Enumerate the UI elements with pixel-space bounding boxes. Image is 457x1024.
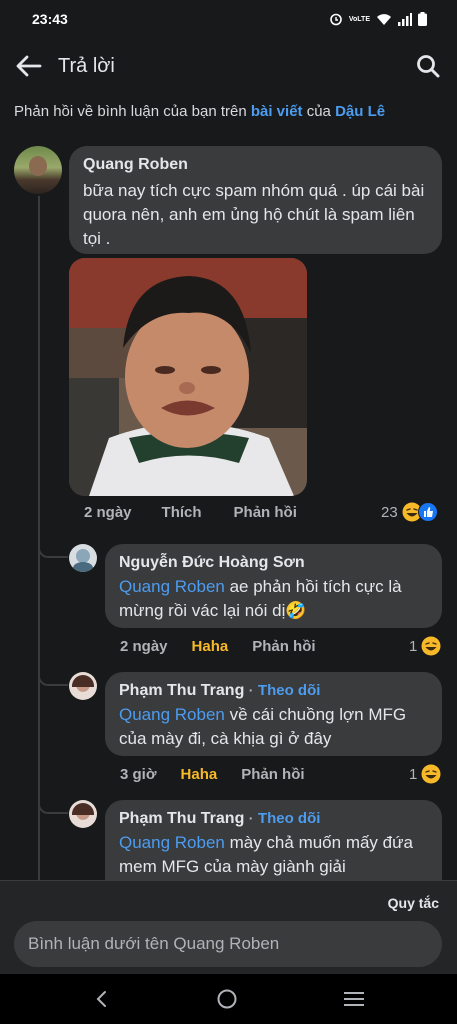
mention-link[interactable]: Quang Roben [119, 577, 225, 596]
status-time: 23:43 [32, 11, 68, 27]
page-title: Trả lời [58, 54, 115, 77]
reply-text: Quang Roben mày chả muốn mấy đứa mem MFG… [119, 831, 428, 879]
thread-branch [38, 536, 68, 558]
comment-bubble[interactable]: Quang Roben bữa nay tích cực spam nhóm q… [69, 146, 442, 254]
reply-button[interactable]: Phản hồi [241, 766, 304, 783]
alarm-icon [330, 13, 342, 26]
like-button[interactable]: Thích [162, 504, 202, 521]
context-middle: của [302, 103, 336, 120]
reply-button[interactable]: Phản hồi [252, 638, 315, 655]
thread-branch [38, 792, 68, 814]
arrow-left-icon [16, 55, 42, 77]
reaction-summary[interactable]: 23 [381, 502, 438, 522]
comment-author[interactable]: Quang Roben [83, 154, 428, 175]
comment-author[interactable]: Phạm Thu Trang [119, 810, 244, 827]
comment-input[interactable] [14, 921, 442, 967]
haha-reaction-button[interactable]: Haha [192, 638, 229, 655]
reply-bubble[interactable]: Phạm Thu Trang · Theo dõi Quang Roben mà… [105, 800, 442, 880]
reaction-count: 1 [409, 637, 418, 655]
comment-author-row: Phạm Thu Trang · Theo dõi [119, 682, 321, 699]
comment-actions: 2 ngày Haha Phản hồi [120, 638, 346, 655]
reply-button[interactable]: Phản hồi [234, 504, 297, 521]
comment-actions: 3 giờ Haha Phản hồi [120, 766, 335, 783]
reaction-summary[interactable]: 1 [409, 636, 441, 656]
comment-author-row: Phạm Thu Trang · Theo dõi [119, 810, 321, 827]
back-button[interactable] [14, 51, 44, 81]
follow-button[interactable]: Theo dõi [258, 682, 321, 699]
haha-icon [421, 764, 441, 784]
reply-bubble[interactable]: Nguyễn Đức Hoàng Sơn Quang Roben ae phản… [105, 544, 442, 628]
crying-boy-photo [69, 258, 307, 496]
comment-text: bữa nay tích cực spam nhóm quá . úp cái … [83, 181, 425, 248]
battery-icon [418, 12, 427, 26]
like-icon [417, 502, 438, 522]
comment-author[interactable]: Nguyễn Đức Hoàng Sơn [119, 552, 428, 573]
mention-link[interactable]: Quang Roben [119, 833, 225, 852]
context-prefix: Phản hồi về bình luận của bạn trên [14, 103, 251, 120]
mention-link[interactable]: Quang Roben [119, 705, 225, 724]
rules-link[interactable]: Quy tắc [388, 895, 439, 911]
reaction-summary[interactable]: 1 [409, 764, 441, 784]
nav-back-icon[interactable] [92, 989, 112, 1009]
comment-time: 2 ngày [120, 638, 168, 655]
avatar[interactable] [69, 672, 97, 700]
post-link[interactable]: bài viết [251, 103, 303, 120]
reply-text: Quang Roben ae phản hồi tích cực là mừng… [119, 575, 428, 623]
comment-time: 3 giờ [120, 766, 157, 783]
comment-author[interactable]: Phạm Thu Trang [119, 682, 244, 699]
status-bar: 23:43 VoLTE [0, 0, 457, 38]
nav-recents-icon[interactable] [343, 989, 365, 1009]
comment-actions: 2 ngày Thích Phản hồi [84, 504, 327, 521]
reply-bubble[interactable]: Phạm Thu Trang · Theo dõi Quang Roben về… [105, 672, 442, 756]
reaction-count: 1 [409, 765, 418, 783]
avatar[interactable] [69, 544, 97, 572]
wifi-icon [377, 13, 391, 25]
volte-label: VoLTE [348, 15, 370, 23]
haha-icon [421, 636, 441, 656]
comment-photo[interactable] [69, 258, 307, 496]
search-icon [417, 55, 440, 78]
follow-button[interactable]: Theo dõi [258, 810, 321, 827]
avatar[interactable] [69, 800, 97, 828]
reply-context: Phản hồi về bình luận của bạn trên bài v… [14, 102, 444, 122]
signal-icon [398, 12, 412, 26]
reply-text: Quang Roben về cái chuồng lợn MFG của mà… [119, 703, 428, 751]
haha-reaction-button[interactable]: Haha [181, 766, 218, 783]
top-bar: Trả lời [0, 38, 457, 94]
thread-branch [38, 664, 68, 686]
comment-time: 2 ngày [84, 504, 132, 521]
avatar[interactable] [14, 146, 62, 194]
nav-home-icon[interactable] [216, 988, 238, 1010]
system-nav-bar [0, 974, 457, 1024]
search-button[interactable] [413, 51, 443, 81]
reaction-count: 23 [381, 503, 398, 521]
comment-thread[interactable]: Quang Roben bữa nay tích cực spam nhóm q… [0, 138, 457, 880]
status-icons: VoLTE [329, 12, 427, 26]
comment-composer: Quy tắc [0, 880, 457, 974]
post-author-link[interactable]: Dậu Lê [335, 103, 385, 120]
